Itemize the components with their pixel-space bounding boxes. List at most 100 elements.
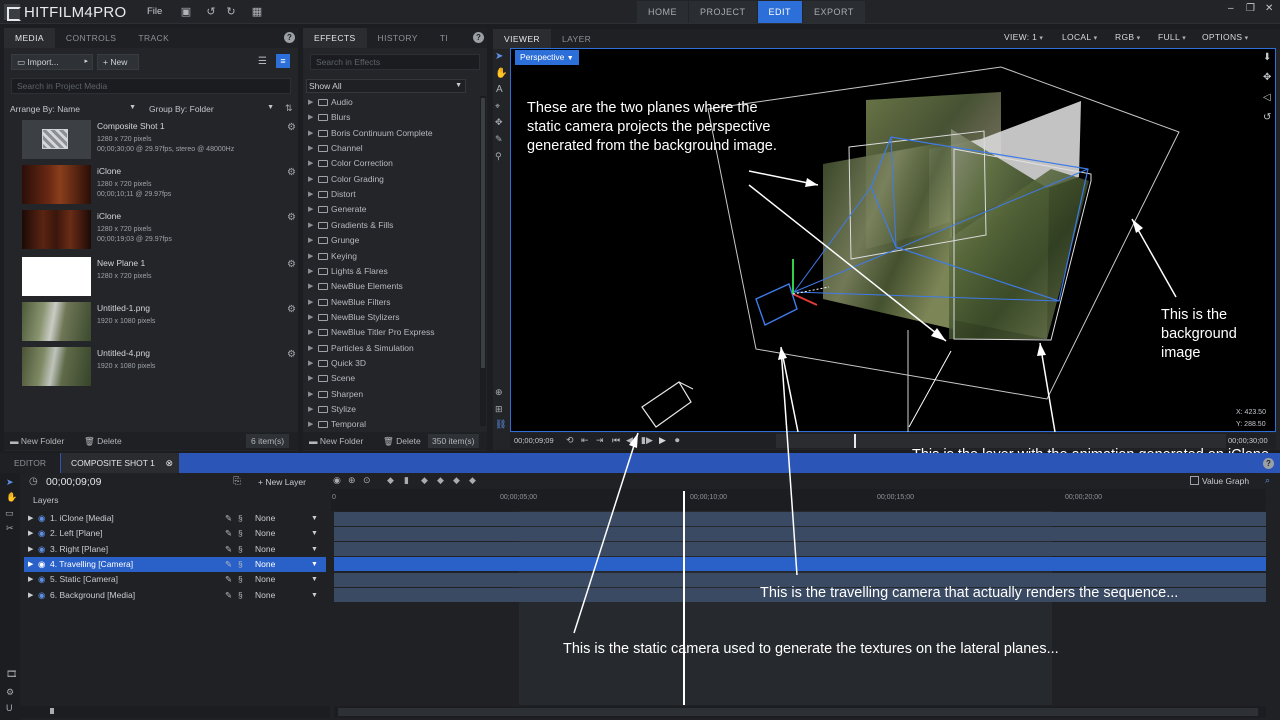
link-icon[interactable]: § [238, 542, 243, 557]
quality-dropdown[interactable]: FULL [1158, 32, 1186, 42]
expand-icon[interactable]: ▶ [28, 542, 33, 557]
layer-row[interactable]: ▶ ◉ 5. Static [Camera] ✎ § None ▼ [24, 572, 326, 587]
effects-folder[interactable]: ▶ Boris Continuum Complete [306, 126, 486, 141]
group-dropdown[interactable]: Group By: Folder ▼ [149, 104, 274, 114]
help-icon[interactable]: ? [284, 32, 295, 43]
diamond-icon[interactable]: ◆ [453, 475, 460, 486]
zoom-tool-icon[interactable]: ⊕ [495, 387, 503, 398]
undo-icon[interactable]: ↺ [205, 6, 217, 18]
tab-viewer[interactable]: VIEWER [493, 29, 551, 49]
pen-icon[interactable]: ✎ [225, 557, 232, 572]
effects-folder[interactable]: ▶ Temporal [306, 417, 486, 432]
chevron-right-icon[interactable]: ▶ [308, 187, 313, 202]
blend-mode-dropdown[interactable]: None [255, 526, 275, 541]
tab-layer[interactable]: LAYER [551, 29, 602, 49]
keyframe-prev-icon[interactable]: ◉ [333, 475, 341, 486]
tab-export[interactable]: EXPORT [803, 1, 865, 23]
effects-folder[interactable]: ▶ Color Correction [306, 156, 486, 171]
slip-tool-icon[interactable]: ▭ [5, 508, 14, 519]
gear-icon[interactable]: ⚙ [287, 122, 296, 133]
layer-row[interactable]: ▶ ◉ 2. Left [Plane] ✎ § None ▼ [24, 526, 326, 541]
effects-filter-dropdown[interactable]: Show All ▼ [306, 79, 466, 93]
effects-folder[interactable]: ▶ Stylize [306, 402, 486, 417]
chevron-right-icon[interactable]: ▶ [308, 264, 313, 279]
delete-button[interactable]: 🗑 Delete [84, 436, 122, 447]
chevron-right-icon[interactable]: ▶ [308, 110, 313, 125]
chevron-right-icon[interactable]: ▶ [308, 172, 313, 187]
media-item[interactable]: Untitled-4.png 1920 x 1080 pixels ⚙ [0, 347, 300, 391]
blend-mode-dropdown[interactable]: None [255, 542, 275, 557]
chevron-down-icon[interactable]: ▼ [311, 557, 318, 572]
export-icon[interactable]: ⎘ [233, 476, 241, 487]
expand-icon[interactable]: ▶ [28, 557, 33, 572]
mark-out-icon[interactable]: ⇥ [596, 435, 604, 446]
tab-controls[interactable]: CONTROLS [55, 28, 127, 48]
scrollbar-thumb[interactable] [338, 708, 1258, 716]
blend-mode-dropdown[interactable]: None [255, 557, 275, 572]
tab-editor[interactable]: EDITOR [0, 453, 60, 473]
chevron-right-icon[interactable]: ▶ [308, 202, 313, 217]
help-icon[interactable]: ? [473, 32, 484, 43]
blend-mode-dropdown[interactable]: None [255, 588, 275, 603]
pen-icon[interactable]: ✎ [225, 526, 232, 541]
effects-search[interactable]: Search in Effects [310, 54, 480, 70]
minimize-icon[interactable]: – [1228, 3, 1234, 14]
expand-icon[interactable]: ▶ [28, 572, 33, 587]
orbit-icon[interactable]: ◁ [1263, 92, 1271, 103]
tab-edit[interactable]: EDIT [757, 1, 803, 23]
mark-in-icon[interactable]: ⇤ [581, 435, 589, 446]
hand-tool-icon[interactable]: ✋ [6, 492, 17, 503]
detail-view-icon[interactable]: ≡ [276, 54, 290, 68]
channel-dropdown[interactable]: RGB [1115, 32, 1140, 42]
pen-tool-icon[interactable]: ✎ [495, 134, 503, 145]
new-button[interactable]: + New [97, 54, 139, 70]
media-item[interactable]: New Plane 1 1280 x 720 pixels ⚙ [0, 257, 300, 301]
chevron-right-icon[interactable]: ▶ [308, 387, 313, 402]
effects-folder[interactable]: ▶ Sharpen [306, 387, 486, 402]
media-item[interactable]: Untitled-1.png 1920 x 1080 pixels ⚙ [0, 302, 300, 346]
blend-mode-dropdown[interactable]: None [255, 511, 275, 526]
effects-folder[interactable]: ▶ Keying [306, 249, 486, 264]
layer-track[interactable] [334, 542, 1266, 557]
visibility-eye-icon[interactable]: ◉ [38, 511, 45, 526]
effects-folder[interactable]: ▶ Particles & Simulation [306, 341, 486, 356]
effects-folder[interactable]: ▶ Lights & Flares [306, 264, 486, 279]
new-folder-button[interactable]: ▬ New Folder [10, 436, 64, 446]
tab-project[interactable]: PROJECT [689, 1, 757, 23]
expand-icon[interactable]: ▶ [28, 588, 33, 603]
magnet-icon[interactable]: U [6, 703, 13, 713]
link-icon[interactable]: § [238, 526, 243, 541]
chevron-right-icon[interactable]: ▶ [308, 417, 313, 432]
chevron-right-icon[interactable]: ▶ [308, 371, 313, 386]
tab-media[interactable]: MEDIA [4, 28, 55, 48]
chevron-down-icon[interactable]: ▼ [311, 526, 318, 541]
chevron-down-icon[interactable]: ▼ [311, 542, 318, 557]
effects-folder[interactable]: ▶ Scene [306, 371, 486, 386]
layer-row[interactable]: ▶ ◉ 3. Right [Plane] ✎ § None ▼ [24, 542, 326, 557]
pen-icon[interactable]: ✎ [225, 542, 232, 557]
timeline-ruler[interactable] [331, 489, 1266, 511]
settings-icon[interactable]: ⚙ [6, 687, 14, 698]
go-start-icon[interactable]: ⏮ [612, 435, 620, 446]
effects-scrollbar[interactable] [480, 96, 486, 426]
pen-icon[interactable]: ✎ [225, 572, 232, 587]
layer-track[interactable] [334, 557, 1266, 572]
gear-icon[interactable]: ⚙ [287, 259, 296, 270]
effects-folder[interactable]: ▶ Audio [306, 95, 486, 110]
redo-icon[interactable]: ↻ [225, 6, 237, 18]
effects-folder[interactable]: ▶ Gradients & Fills [306, 218, 486, 233]
keyframe-next-icon[interactable]: ⊙ [363, 475, 371, 486]
effects-folder[interactable]: ▶ NewBlue Stylizers [306, 310, 486, 325]
media-item[interactable]: Composite Shot 1 1280 x 720 pixels 00;00… [0, 120, 300, 164]
travelling-camera-icon[interactable] [755, 283, 798, 326]
select-tool-icon[interactable]: ➤ [495, 51, 503, 62]
select-tool-icon[interactable]: ➤ [6, 477, 14, 488]
tab-composite-shot[interactable]: COMPOSITE SHOT 1 ⊗ [61, 453, 179, 473]
effects-folder[interactable]: ▶ Grunge [306, 233, 486, 248]
chevron-down-icon[interactable]: ▼ [311, 588, 318, 603]
arrange-dropdown[interactable]: Arrange By: Name ▼ [10, 104, 136, 114]
effects-folder[interactable]: ▶ Color Grading [306, 172, 486, 187]
chevron-right-icon[interactable]: ▶ [308, 95, 313, 110]
diamond-icon[interactable]: ◆ [437, 475, 444, 486]
gear-icon[interactable]: ⚙ [287, 304, 296, 315]
